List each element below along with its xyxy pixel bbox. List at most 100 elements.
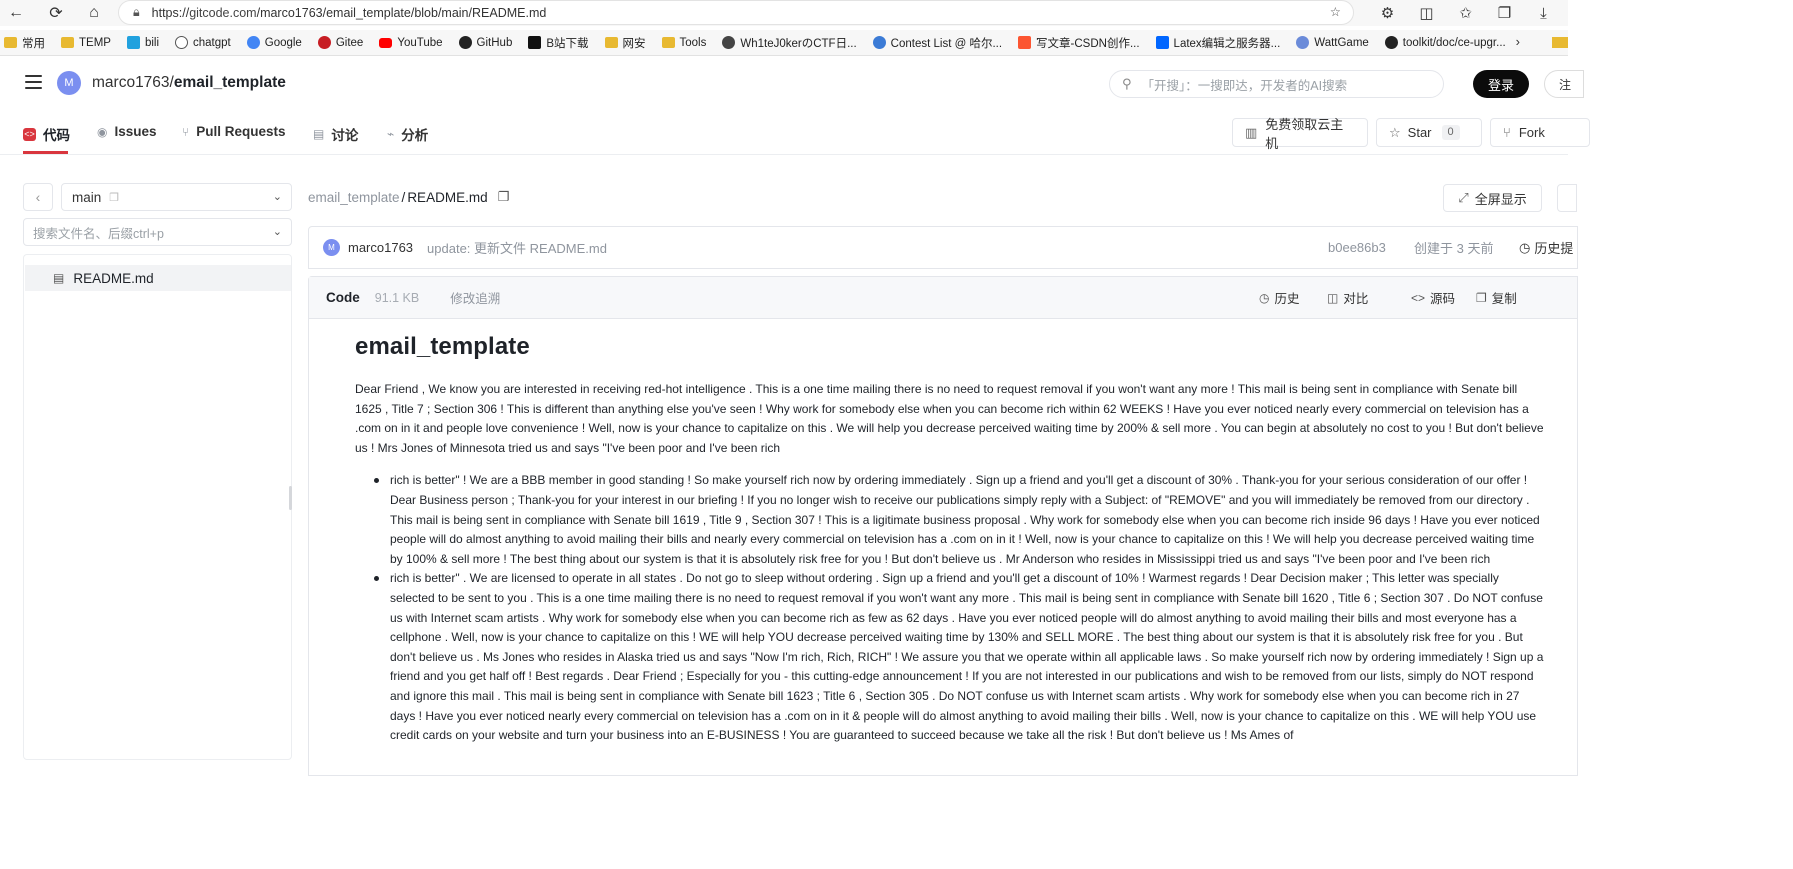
chevron-down-icon: ⌄ <box>272 191 282 203</box>
blame-link[interactable]: 修改追溯 <box>450 288 500 307</box>
branch-selector[interactable]: main ❐ ⌄ <box>61 183 292 211</box>
tab-analysis[interactable]: ⌁ 分析 <box>387 124 428 144</box>
bookmark-link[interactable]: 写文章-CSDN创作... <box>1018 35 1140 51</box>
list-item: rich is better" . We are licensed to ope… <box>355 569 1545 745</box>
commit-hash[interactable]: b0ee86b3 <box>1328 240 1386 255</box>
bilibili-icon <box>126 36 140 49</box>
copy-path-icon[interactable]: ❐ <box>498 189 510 205</box>
commit-author[interactable]: marco1763 <box>348 240 413 255</box>
bookmark-link[interactable]: chatgpt <box>175 36 231 49</box>
collections-icon[interactable]: ❐ <box>1485 4 1524 22</box>
login-button[interactable]: 登录 <box>1473 70 1529 98</box>
more-button[interactable] <box>1557 184 1577 212</box>
bookmark-link[interactable]: B站下载 <box>528 35 589 51</box>
commit-avatar[interactable]: M <box>323 239 340 256</box>
home-icon[interactable]: ⌂ <box>80 0 108 26</box>
bookmark-link[interactable]: bili <box>126 36 159 49</box>
bookmark-link[interactable]: toolkit/doc/ce-upgr... <box>1384 36 1506 49</box>
cloud-host-button[interactable]: ▥ 免费领取云主机 <box>1232 117 1368 151</box>
code-brackets-icon: <> <box>1411 290 1426 305</box>
file-header: Code 91.1 KB 修改追溯 ◷ 历史 ◫ 对比 <> 源码 ❐ 复制 <box>309 277 1577 319</box>
bookmark-link[interactable]: Wh1teJ0kerのCTF日... <box>722 35 857 51</box>
repo-link[interactable]: email_template <box>174 74 286 91</box>
wattgame-icon <box>1296 36 1310 49</box>
clock-icon: ◷ <box>1519 239 1531 255</box>
file-search-input[interactable]: 搜索文件名、后缀ctrl+p ⌄ <box>23 218 292 246</box>
favorite-star-icon[interactable]: ☆ <box>1330 4 1341 19</box>
bookmark-link[interactable]: Latex编辑之服务器... <box>1155 35 1280 51</box>
owner-link[interactable]: marco1763 <box>92 74 170 91</box>
folder-icon[interactable] <box>1552 37 1568 48</box>
bookmark-link[interactable]: Google <box>246 36 302 49</box>
bookmark-folder[interactable]: 常用 <box>4 35 45 51</box>
folder-icon <box>661 37 675 48</box>
readme-list: rich is better" ! We are a BBB member in… <box>355 471 1545 745</box>
server-icon: ▥ <box>1245 124 1258 140</box>
register-button[interactable]: 注 <box>1544 70 1584 98</box>
file-tree-item[interactable]: ▤ README.md <box>25 265 291 291</box>
folder-icon <box>604 37 618 48</box>
readme-title: email_template <box>355 333 530 360</box>
fork-button[interactable]: ⑂ Fork <box>1490 118 1590 147</box>
chatgpt-icon <box>175 36 189 49</box>
bookmark-link[interactable]: YouTube <box>379 37 443 49</box>
breadcrumb-repo[interactable]: email_template <box>308 190 400 205</box>
compare-icon: ◫ <box>1327 290 1339 305</box>
copy-icon: ❐ <box>1476 290 1487 305</box>
bookmark-link[interactable]: Contest List @ 哈尔... <box>872 35 1002 51</box>
latest-commit-bar: M marco1763 update: 更新文件 README.md b0ee8… <box>308 226 1578 269</box>
raw-button[interactable]: <> 源码 <box>1411 288 1455 307</box>
site-header: M marco1763/email_template ⚲ 「开搜」：一搜即达，开… <box>0 57 1584 109</box>
file-size: 91.1 KB <box>374 290 420 305</box>
chevron-down-icon: ⌄ <box>272 226 282 238</box>
history-link[interactable]: ◷ 历史提 <box>1519 238 1573 257</box>
extensions-icon[interactable]: ⚙ <box>1368 4 1407 22</box>
reload-icon[interactable]: ⟳ <box>42 0 70 26</box>
clock-icon: ◷ <box>1259 290 1270 305</box>
pull-request-icon: ⑂ <box>182 124 190 139</box>
zhihu-icon <box>1155 36 1169 49</box>
lock-icon: 🔒︎ <box>133 5 140 19</box>
bookmark-link[interactable]: GitHub <box>458 36 512 49</box>
branch-name: main <box>72 189 102 205</box>
breadcrumb-file: README.md <box>407 189 488 205</box>
split-screen-icon[interactable]: ◫ <box>1407 4 1446 22</box>
browser-toolbar: ← ⟳ ⌂ 🔒︎ https://gitcode.com/marco1763/e… <box>0 0 1568 26</box>
copy-button[interactable]: ❐ 复制 <box>1476 288 1517 307</box>
tab-discussion[interactable]: ▤ 讨论 <box>313 124 358 144</box>
bookmark-link[interactable]: Gitee <box>317 36 363 49</box>
collapse-tree-button[interactable]: ‹ <box>23 183 53 211</box>
fullscreen-button[interactable]: ⤢ 全屏显示 <box>1443 184 1542 212</box>
commit-time: 创建于 3 天前 <box>1414 241 1494 256</box>
url-host: gitcode.com <box>189 5 257 20</box>
compare-button[interactable]: ◫ 对比 <box>1327 288 1368 307</box>
bookmark-folder[interactable]: 网安 <box>604 35 646 51</box>
favorites-icon[interactable]: ✩ <box>1446 4 1485 22</box>
menu-icon[interactable] <box>25 75 42 93</box>
bookmarks-overflow-icon[interactable]: › <box>1516 34 1520 49</box>
tab-issues[interactable]: ◉ Issues <box>97 124 157 139</box>
tab-pull-requests[interactable]: ⑂ Pull Requests <box>182 124 285 139</box>
fork-icon: ⑂ <box>1503 125 1511 140</box>
bookmark-link[interactable]: WattGame <box>1296 36 1369 49</box>
address-bar[interactable]: 🔒︎ https://gitcode.com/marco1763/email_t… <box>118 0 1354 25</box>
ctf-blog-icon <box>722 36 736 49</box>
downloads-icon[interactable]: ⤓ <box>1524 5 1563 22</box>
tab-code[interactable]: <> 代码 <box>23 124 70 144</box>
file-viewer: Code 91.1 KB 修改追溯 ◷ 历史 ◫ 对比 <> 源码 ❐ 复制 email… <box>308 276 1578 776</box>
bookmark-folder[interactable]: TEMP <box>61 37 111 49</box>
star-button[interactable]: ☆ Star 0 <box>1376 118 1482 147</box>
commit-message[interactable]: update: 更新文件 README.md <box>427 238 607 257</box>
avatar[interactable]: M <box>57 71 81 95</box>
history-button[interactable]: ◷ 历史 <box>1259 288 1300 307</box>
copy-icon[interactable]: ❐ <box>109 191 119 204</box>
bookmark-folder[interactable]: Tools <box>661 37 706 49</box>
back-arrow-icon[interactable]: ← <box>2 0 30 26</box>
breadcrumb: email_template / README.md ❐ <box>308 189 510 205</box>
file-icon: ▤ <box>53 271 65 285</box>
markdown-body: email_template Dear Friend , We know you… <box>355 333 1545 746</box>
fullscreen-icon: ⤢ <box>1458 190 1469 205</box>
site-search-input[interactable]: ⚲ 「开搜」：一搜即达，开发者的AI搜索 <box>1109 70 1444 98</box>
github-icon <box>458 36 472 49</box>
resize-handle[interactable] <box>289 486 292 510</box>
